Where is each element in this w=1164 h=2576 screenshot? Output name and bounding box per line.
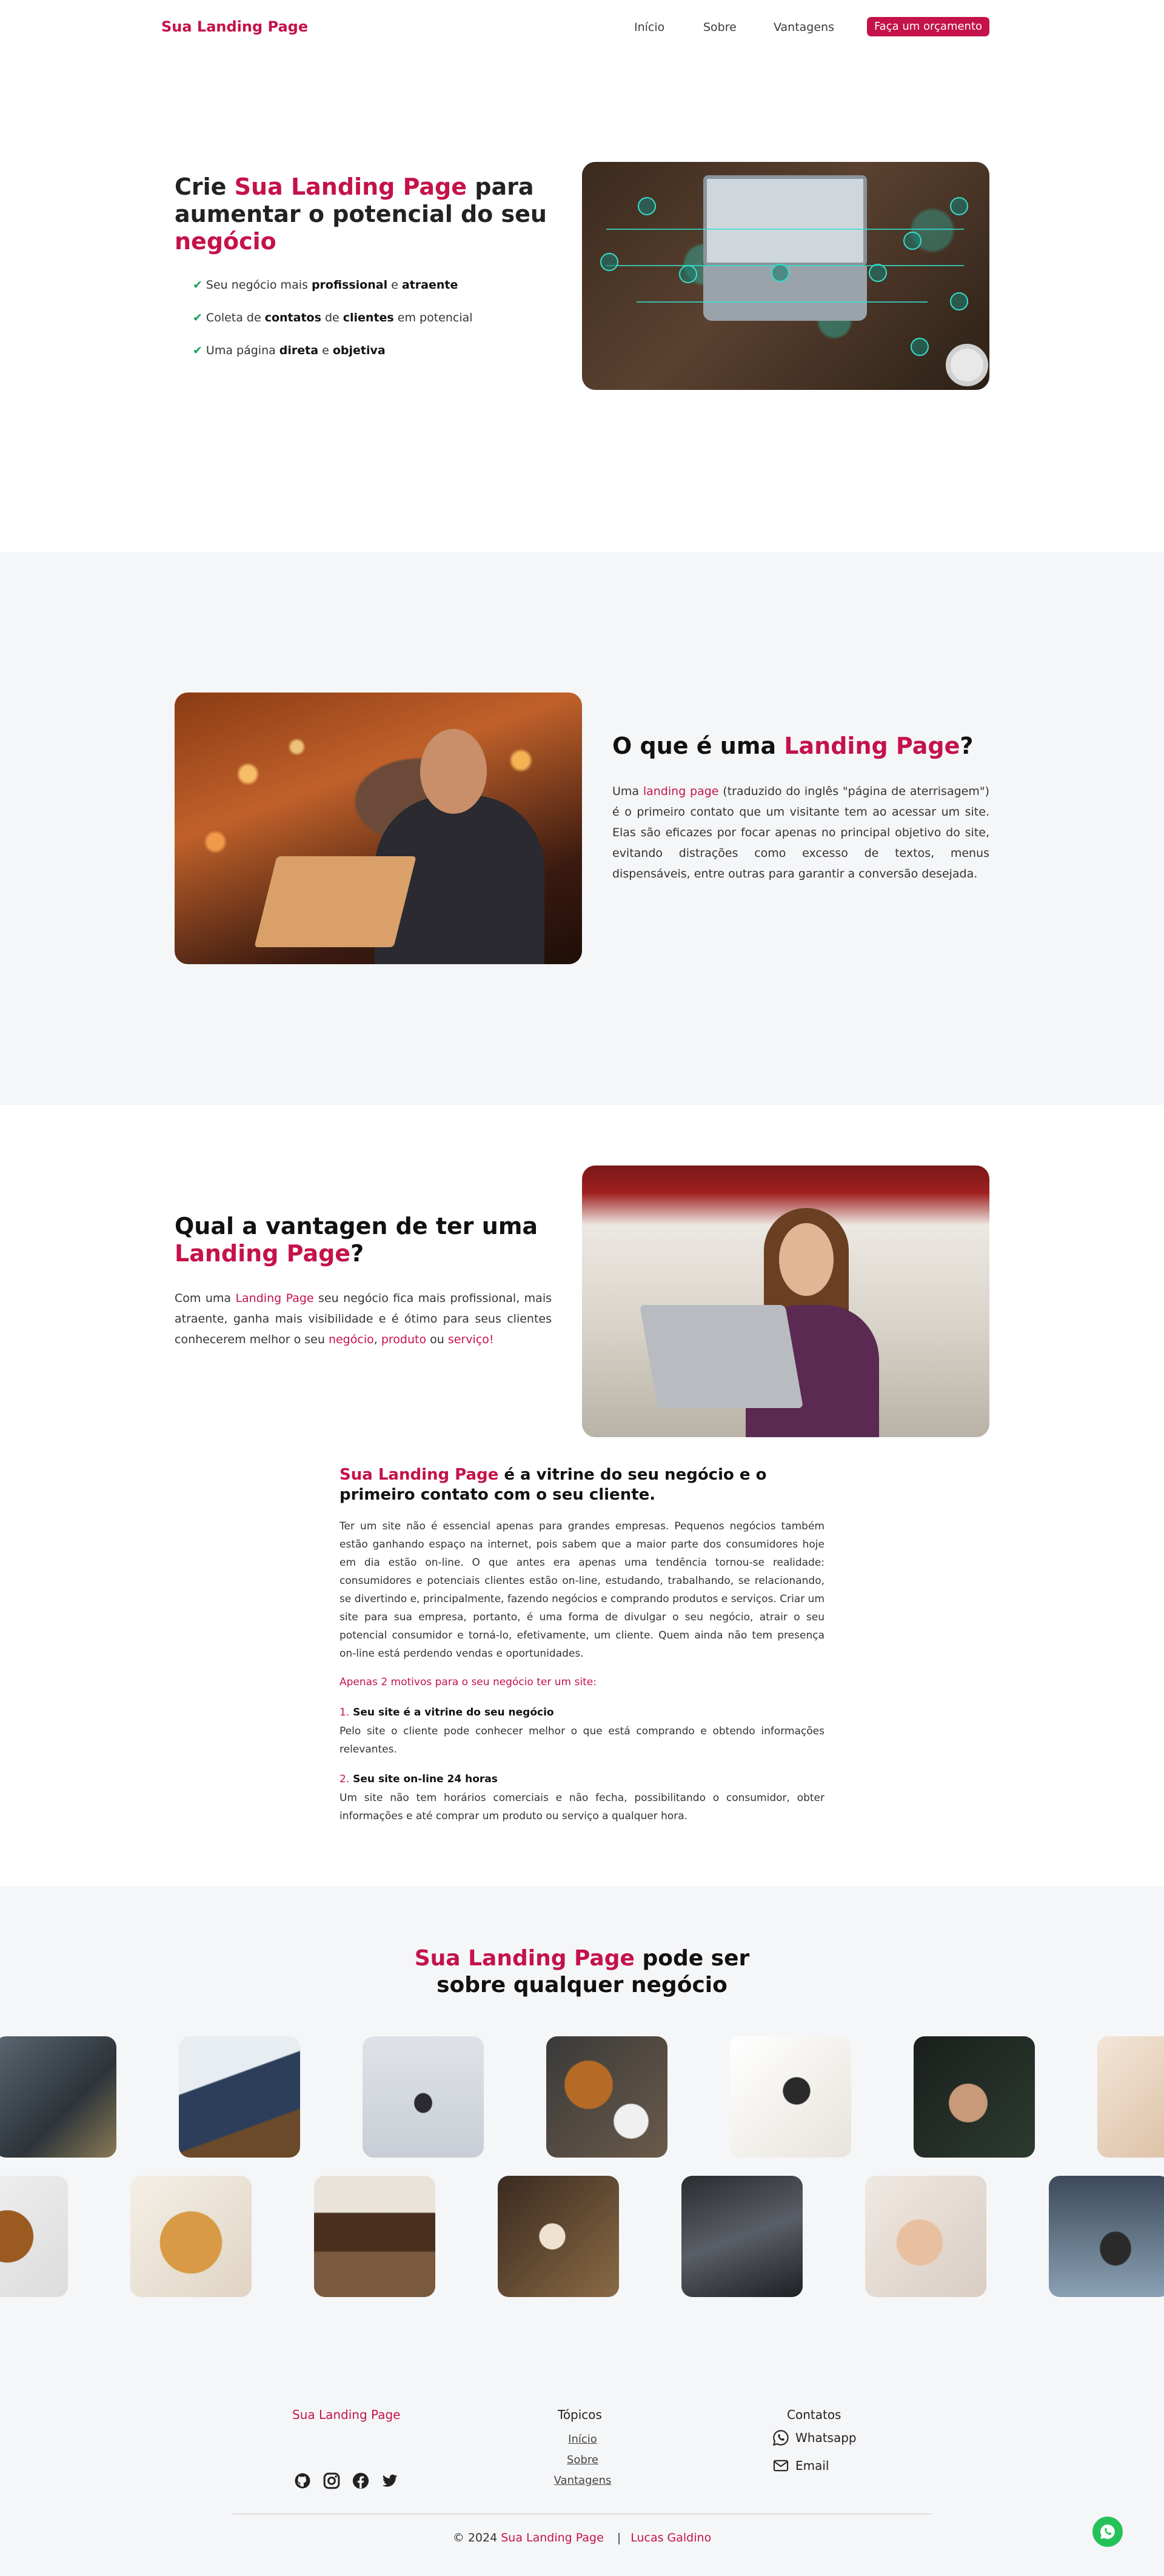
airplane-tile [363, 2036, 484, 2158]
article-motives-heading: Apenas 2 motivos para o seu negócio ter … [340, 1676, 597, 1688]
quote-cta-button[interactable]: Faça um orçamento [867, 17, 989, 36]
about-paragraph: Uma landing page (traduzido do inglês "p… [612, 785, 989, 880]
advantages-title: Qual a vantagen de ter uma Landing Page? [175, 1213, 538, 1267]
check-icon: ✔ [193, 278, 202, 292]
barber-tile [914, 2036, 1035, 2158]
link-negocio[interactable]: negócio [329, 1333, 374, 1346]
car-interior-tile [681, 2176, 803, 2297]
reason-2-text: Um site não tem horários comerciais e nã… [340, 1792, 824, 1822]
list-item: ✔ Coleta de contatos de clientes em pote… [193, 309, 473, 342]
author-link[interactable]: Lucas Galdino [630, 2531, 711, 2544]
copyright: © 2024 Sua Landing Page | Lucas Galdino [452, 2531, 712, 2544]
link-produto[interactable]: produto [381, 1333, 426, 1346]
woman-laptop-image [582, 1166, 989, 1437]
hero-title: Crie Sua Landing Page para aumentar o po… [175, 173, 547, 255]
about-title: O que é uma Landing Page? [612, 733, 974, 759]
check-icon: ✔ [193, 344, 202, 357]
reason-1-text: Pelo site o cliente pode conhecer melhor… [340, 1725, 824, 1756]
footer-link-inicio[interactable]: Início [549, 2433, 616, 2446]
bakery-tile [314, 2176, 435, 2297]
shoes-tile [0, 2176, 68, 2297]
link-servico[interactable]: serviço! [448, 1333, 494, 1346]
article-paragraph: Ter um site não é essencial apenas para … [340, 1520, 824, 1660]
man-laptop-image [175, 693, 582, 964]
email-icon [773, 2460, 789, 2472]
footer-brand[interactable]: Sua Landing Page [292, 2407, 400, 2422]
footer-topics-title: Tópicos [558, 2407, 602, 2422]
advantages-paragraph: Com uma Landing Page seu negócio fica ma… [175, 1292, 552, 1346]
instagram-icon[interactable] [323, 2472, 341, 2490]
top-navbar: Sua Landing Page Início Sobre Vantagens … [0, 0, 1164, 55]
check-icon: ✔ [193, 311, 202, 324]
nav-link-inicio[interactable]: Início [634, 21, 664, 34]
article-title: Sua Landing Page é a vitrine do seu negó… [340, 1466, 767, 1504]
lawyer-tile [179, 2036, 300, 2158]
footer-link-sobre[interactable]: Sobre [549, 2454, 616, 2466]
copyright-brand[interactable]: Sua Landing Page [501, 2531, 604, 2544]
reason-1-title: 1. Seu site é a vitrine do seu negócio [340, 1706, 554, 1719]
list-item: ✔ Uma página direta e objetiva [193, 342, 473, 375]
contact-whatsapp[interactable]: Whatsapp [772, 2429, 857, 2446]
social-links [293, 2472, 399, 2490]
skater-tile [1049, 2176, 1164, 2297]
beauty-tile [1097, 2036, 1164, 2158]
hero-benefits-list: ✔ Seu negócio mais profissional e atraen… [193, 277, 473, 375]
burger-tile [546, 2036, 667, 2158]
contact-email[interactable]: Email [772, 2457, 829, 2474]
list-item: ✔ Seu negócio mais profissional e atraen… [193, 277, 473, 309]
footer-contacts-title: Contatos [787, 2407, 841, 2422]
whatsapp-icon [1100, 2524, 1115, 2539]
makeup-tile [865, 2176, 986, 2297]
gallery-title: Sua Landing Page pode ser sobre qualquer… [414, 1946, 750, 1997]
nav-brand[interactable]: Sua Landing Page [161, 18, 308, 35]
facebook-icon[interactable] [352, 2472, 370, 2490]
nav-link-vantagens[interactable]: Vantagens [774, 21, 834, 34]
twitter-icon[interactable] [381, 2472, 399, 2490]
hero-laptop-network-image [582, 162, 989, 390]
nav-link-sobre[interactable]: Sobre [703, 21, 737, 34]
github-icon[interactable] [293, 2472, 312, 2490]
gym-tile [0, 2036, 116, 2158]
whatsapp-icon [772, 2430, 789, 2446]
pizza-tile [130, 2176, 252, 2297]
whatsapp-float-button[interactable] [1092, 2517, 1123, 2547]
restaurant-tile [498, 2176, 619, 2297]
footer-link-vantagens[interactable]: Vantagens [549, 2474, 616, 2487]
presentation-tile [730, 2036, 851, 2158]
reason-2-title: 2. Seu site on-line 24 horas [340, 1773, 498, 1785]
